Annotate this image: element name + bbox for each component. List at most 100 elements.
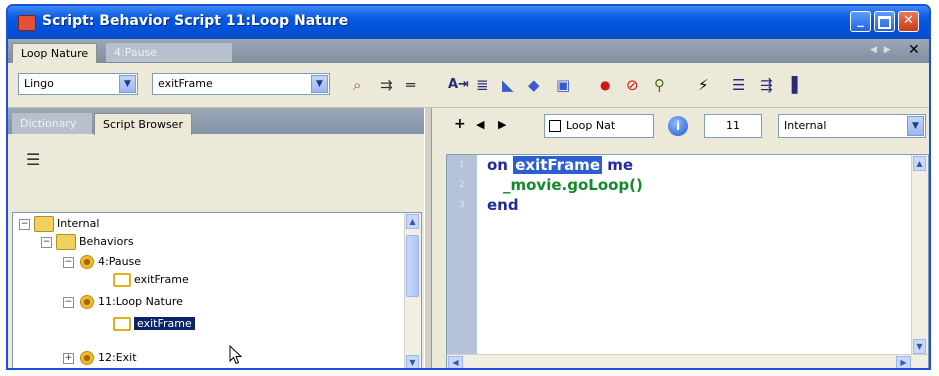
comment-icon[interactable]: ═ (406, 76, 415, 94)
watch-expression-icon[interactable]: ⚲ (654, 76, 665, 94)
scrollbar-thumb[interactable] (406, 235, 419, 297)
minimize-button[interactable]: _ (850, 11, 871, 32)
editor-vertical-scrollbar[interactable]: ▲ ▼ (911, 155, 928, 355)
cast-library-select[interactable]: Internal ▼ (778, 114, 926, 138)
script-window: Script: Behavior Script 11:Loop Nature _… (6, 4, 931, 370)
tab-loop-nature[interactable]: Loop Nature (12, 43, 98, 63)
tree-node-exit[interactable]: +12:Exit (63, 349, 137, 366)
tree-node-handler-selected[interactable]: exitFrame (113, 315, 195, 332)
script-browser-pane: Dictionary Script Browser ☰ − Internal − B… (8, 108, 424, 368)
scripting-objects-icon[interactable]: ◣ (502, 76, 514, 94)
linked-script-icon[interactable]: ⇶ (760, 76, 773, 94)
handler-select-value: exitFrame (158, 77, 213, 90)
tree-vertical-scrollbar[interactable]: ▲ ▼ (404, 213, 421, 368)
tree-node-label: exitFrame (134, 273, 189, 286)
scripting-xtras-icon[interactable]: ▣ (556, 76, 570, 94)
alphabetical-lingo-icon[interactable]: A⇥ (448, 76, 469, 94)
previous-cast-member-icon[interactable]: ◀ (476, 118, 484, 131)
script-tab-bar: Loop Nature 4:Pause ◀ ▶ ✕ (8, 39, 929, 63)
scroll-right-icon[interactable]: ▶ (896, 356, 911, 368)
close-tab-icon[interactable]: ✕ (908, 42, 920, 58)
drag-cast-member-icon[interactable] (549, 120, 561, 132)
maximize-button[interactable] (874, 11, 895, 32)
cast-member-name: Loop Nat (566, 119, 616, 132)
cast-member-info-icon[interactable]: i (668, 116, 688, 136)
3d-lingo-icon[interactable]: ◆ (528, 76, 540, 94)
window-title: Script: Behavior Script 11:Loop Nature (42, 13, 349, 29)
tree-node-loop-nature[interactable]: − 11:Loop Nature (63, 293, 183, 310)
list-view-icon[interactable]: ☰ (26, 150, 40, 169)
line-number: 2 (459, 180, 465, 190)
editor-horizontal-scrollbar[interactable]: ◀ ▶ (447, 354, 928, 368)
line-number: 1 (459, 160, 465, 170)
tree-node-label: Behaviors (79, 235, 134, 248)
chevron-down-icon[interactable]: ▼ (119, 75, 136, 93)
director-app-icon (18, 15, 36, 31)
title-bar[interactable]: Script: Behavior Script 11:Loop Nature _… (8, 6, 929, 39)
collapse-icon[interactable]: − (63, 296, 74, 308)
handler-icon (113, 317, 131, 331)
scroll-down-icon[interactable]: ▼ (406, 355, 419, 368)
code-keyword-on: on (487, 156, 508, 174)
scroll-left-icon[interactable]: ◀ (448, 356, 463, 368)
close-button[interactable]: ✕ (898, 11, 919, 32)
collapse-icon[interactable]: − (19, 218, 30, 230)
collapse-icon[interactable]: − (41, 236, 52, 248)
tab-scroll-arrows-icon[interactable]: ◀ ▶ (870, 45, 893, 55)
handler-icon (113, 273, 131, 287)
categorized-lingo-icon[interactable]: ≣ (476, 76, 489, 94)
code-selected-handler: exitFrame (513, 156, 602, 174)
code-editor[interactable]: 1 2 3 on exitFrame me _movie.goLoop() en… (446, 154, 929, 368)
tree-node-behaviors[interactable]: − Behaviors (41, 233, 134, 250)
pane-splitter[interactable] (424, 108, 432, 368)
tree-node-label: 11:Loop Nature (98, 295, 183, 308)
code-line-2: _movie.goLoop() (487, 175, 643, 195)
tab-script-browser[interactable]: Script Browser (94, 113, 192, 135)
autoformat-icon[interactable]: ⇉ (380, 76, 393, 94)
line-number-gutter: 1 2 3 (447, 155, 477, 368)
left-pane-tab-bar: Dictionary Script Browser (8, 108, 424, 135)
tree-node-internal[interactable]: − Internal (19, 215, 99, 232)
find-icon[interactable]: ⌕ (353, 76, 361, 94)
script-toolbar: Lingo ▼ exitFrame ▼ ⌕ ⇉ ═ A⇥ ≣ ◣ ◆ ▣ ● ⊘… (8, 63, 929, 108)
cast-member-number: 11 (726, 119, 740, 132)
code-line-1: on exitFrame me (487, 155, 643, 175)
line-number: 3 (459, 200, 465, 210)
new-script-icon[interactable]: + (454, 116, 466, 132)
mouse-pointer-icon (229, 345, 243, 365)
handler-select[interactable]: exitFrame ▼ (152, 73, 330, 95)
folder-icon (56, 234, 76, 250)
cast-member-properties-icon[interactable]: ☰ (732, 76, 745, 94)
scroll-up-icon[interactable]: ▲ (406, 214, 419, 229)
cast-library-value: Internal (784, 119, 827, 132)
chevron-down-icon[interactable]: ▼ (907, 116, 924, 136)
code-keyword-me: me (607, 156, 634, 174)
tab-dictionary[interactable]: Dictionary (12, 113, 92, 134)
maximize-icon (878, 16, 891, 29)
tree-node-pause[interactable]: − 4:Pause (63, 253, 141, 270)
tab-pause[interactable]: 4:Pause (106, 43, 232, 62)
chevron-down-icon[interactable]: ▼ (311, 75, 328, 93)
language-select-value: Lingo (24, 77, 54, 90)
cast-member-name-field[interactable]: Loop Nat (544, 114, 654, 138)
ignore-breakpoints-icon[interactable]: ⊘ (626, 76, 639, 94)
collapse-icon[interactable]: − (63, 256, 74, 268)
code-keyword-end: end (487, 196, 519, 214)
tree-node-handler[interactable]: exitFrame (113, 271, 189, 288)
split-pane-icon[interactable]: ▐ (786, 76, 798, 94)
expand-icon[interactable]: + (63, 352, 74, 364)
tree-node-label: Internal (57, 217, 100, 230)
scroll-down-icon[interactable]: ▼ (913, 339, 926, 354)
cast-member-number-field[interactable]: 11 (704, 114, 762, 138)
code-call: _movie.goLoop() (503, 176, 643, 194)
scroll-up-icon[interactable]: ▲ (913, 156, 926, 171)
recompile-icon[interactable]: ⚡ (698, 76, 709, 94)
folder-icon (34, 216, 54, 232)
toggle-breakpoint-icon[interactable]: ● (600, 76, 610, 94)
language-select[interactable]: Lingo ▼ (18, 73, 138, 95)
next-cast-member-icon[interactable]: ▶ (498, 118, 506, 131)
behavior-script-icon (80, 255, 94, 269)
script-code[interactable]: on exitFrame me _movie.goLoop() end (487, 155, 643, 215)
script-tree[interactable]: − Internal − Behaviors −4:Pause exitFrame … (12, 212, 422, 368)
tree-node-label: 12:Exit (98, 351, 137, 364)
